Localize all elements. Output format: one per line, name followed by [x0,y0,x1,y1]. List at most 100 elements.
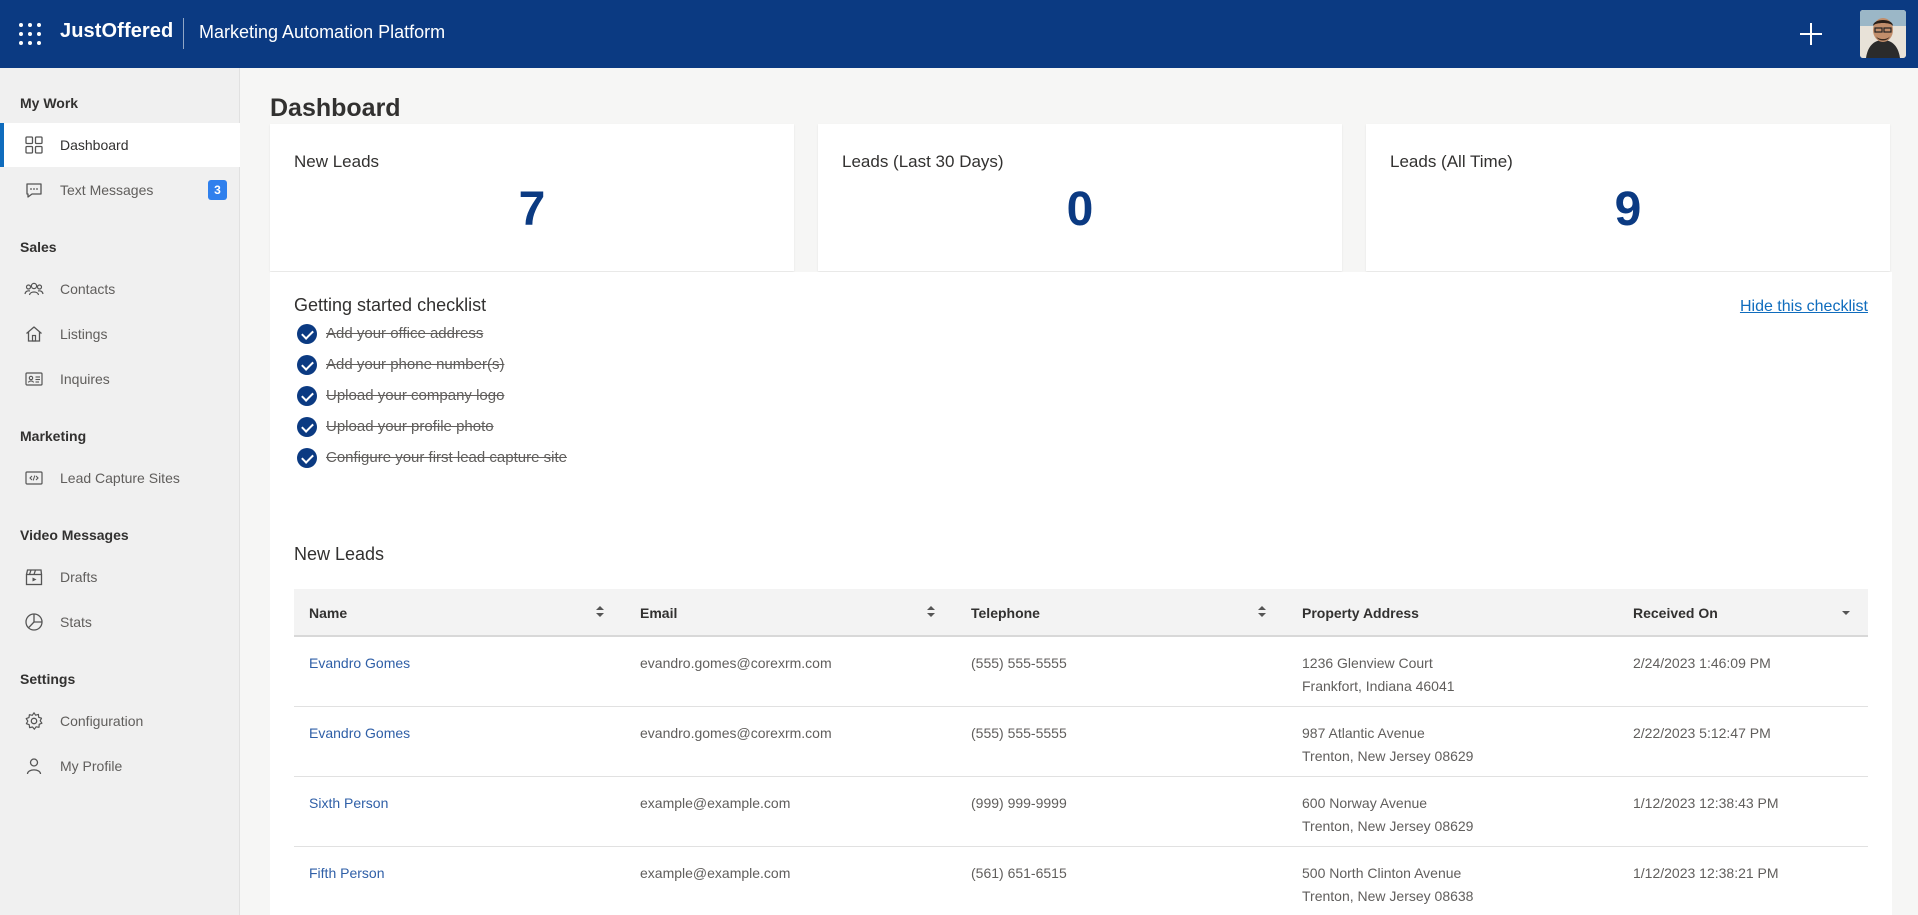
checklist-item-label[interactable]: Configure your first lead capture site [326,449,567,466]
brand-name[interactable]: JustOffered [60,20,173,43]
column-header-email[interactable]: Email [640,605,677,621]
lead-telephone: (561) 651-6515 [971,865,1067,881]
stat-label: Leads (All Time) [1390,152,1513,171]
sidebar-item-label: Dashboard [60,137,129,153]
web-code-icon [25,471,43,485]
sidebar-item-configuration[interactable]: Configuration [0,699,240,743]
add-new-button[interactable] [1795,18,1827,50]
column-header-telephone[interactable]: Telephone [971,605,1040,621]
sidebar-item-label: Lead Capture Sites [60,470,180,486]
sidebar-item-contacts[interactable]: Contacts [0,267,240,311]
stat-value: 0 [1066,183,1094,236]
page-title: Dashboard [270,94,401,122]
chat-icon [26,183,42,198]
table-row: Sixth Person example@example.com (999) 9… [294,777,1868,847]
lead-telephone: (999) 999-9999 [971,795,1067,811]
sort-descending-icon[interactable] [1842,611,1850,615]
stat-label: Leads (Last 30 Days) [842,152,1004,171]
checklist-item-label[interactable]: Upload your profile photo [326,418,494,435]
column-header-name[interactable]: Name [309,605,347,621]
check-circle-icon [297,355,317,375]
header-divider [183,18,184,49]
lead-name-link[interactable]: Fifth Person [309,862,384,885]
stat-card-leads-all-time: Leads (All Time) 9 [1366,124,1890,271]
sidebar-item-inquires[interactable]: Inquires [0,357,240,401]
hide-checklist-link[interactable]: Hide this checklist [1740,298,1868,316]
lead-name-link[interactable]: Evandro Gomes [309,652,410,675]
check-circle-icon [297,324,317,344]
top-app-bar: JustOffered Marketing Automation Platfor… [0,0,1918,68]
check-circle-icon [297,448,317,468]
stat-value: 7 [518,183,546,236]
sidebar-item-label: Stats [60,614,92,630]
stat-card-leads-last-30-days: Leads (Last 30 Days) 0 [818,124,1342,271]
lead-email: evandro.gomes@corexrm.com [640,655,832,671]
sidebar-item-dashboard[interactable]: Dashboard [0,123,240,167]
sidebar-item-stats[interactable]: Stats [0,600,240,644]
checklist-title: Getting started checklist [294,295,487,315]
table-row: Evandro Gomes evandro.gomes@corexrm.com … [294,637,1868,707]
section-sales: Sales [20,239,57,255]
lead-telephone: (555) 555-5555 [971,655,1067,671]
checklist-item-label[interactable]: Add your phone number(s) [326,356,504,373]
address-line-2: Trenton, New Jersey 08629 [1302,748,1474,764]
column-header-received-on[interactable]: Received On [1633,605,1718,621]
contact-card-icon [25,372,43,386]
sort-icon[interactable] [926,605,936,619]
clapperboard-icon [25,569,43,586]
stat-card-new-leads: New Leads 7 [270,124,794,271]
people-icon [24,282,44,296]
lead-received-on: 1/12/2023 12:38:21 PM [1633,865,1779,881]
sidebar-item-listings[interactable]: Listings [0,312,240,356]
lead-received-on: 2/24/2023 1:46:09 PM [1633,655,1771,671]
section-video-messages: Video Messages [20,527,129,543]
main-panel: Getting started checklist Hide this chec… [270,272,1892,915]
unread-count-badge: 3 [208,180,227,200]
lead-name-link[interactable]: Sixth Person [309,792,388,815]
sidebar-item-label: Listings [60,326,108,342]
table-row: Fifth Person example@example.com (561) 6… [294,847,1868,915]
sort-icon[interactable] [1257,605,1267,619]
sidebar-item-drafts[interactable]: Drafts [0,555,240,599]
sidebar-item-label: Inquires [60,371,110,387]
user-avatar[interactable] [1860,10,1906,58]
address-line-2: Frankfort, Indiana 46041 [1302,678,1455,694]
address-line-2: Trenton, New Jersey 08638 [1302,888,1474,904]
address-line-2: Trenton, New Jersey 08629 [1302,818,1474,834]
lead-address: 987 Atlantic Avenue Trenton, New Jersey 0… [1302,722,1473,768]
gear-icon [25,712,43,730]
stat-label: New Leads [294,152,380,171]
new-leads-title: New Leads [294,544,385,564]
checklist-item-label[interactable]: Add your office address [326,325,483,342]
sort-icon[interactable] [595,605,605,619]
lead-name-link[interactable]: Evandro Gomes [309,722,410,745]
check-circle-icon [297,417,317,437]
sidebar-item-my-profile[interactable]: My Profile [0,744,240,788]
sidebar-item-label: Text Messages [60,182,154,198]
sidebar-item-label: Drafts [60,569,98,585]
sidebar-item-text-messages[interactable]: Text Messages 3 [0,168,240,212]
dashboard-grid-icon [25,136,43,154]
person-icon [26,758,42,775]
column-header-property-address[interactable]: Property Address [1302,605,1419,621]
sidebar-item-lead-capture-sites[interactable]: Lead Capture Sites [0,456,240,500]
sidebar-item-label: Contacts [60,281,116,297]
section-my-work: My Work [20,95,79,111]
stat-value: 9 [1614,183,1642,236]
address-line-1: 500 North Clinton Avenue [1302,865,1462,881]
address-line-1: 600 Norway Avenue [1302,795,1428,811]
address-line-1: 987 Atlantic Avenue [1302,725,1425,741]
lead-address: 600 Norway Avenue Trenton, New Jersey 086… [1302,792,1473,838]
home-icon [26,326,42,342]
checklist-item-label[interactable]: Upload your company logo [326,387,504,404]
lead-email: evandro.gomes@corexrm.com [640,725,832,741]
avatar-photo-icon [1860,10,1906,58]
lead-address: 500 North Clinton Avenue Trenton, New Jer… [1302,862,1473,908]
table-header: Name Email Telephone Property Address Re… [294,589,1868,637]
sidebar-item-label: My Profile [60,758,123,774]
app-title: Marketing Automation Platform [199,22,446,42]
section-settings: Settings [20,671,76,687]
lead-received-on: 1/12/2023 12:38:43 PM [1633,795,1779,811]
app-launcher-icon[interactable] [19,23,41,45]
lead-email: example@example.com [640,795,791,811]
